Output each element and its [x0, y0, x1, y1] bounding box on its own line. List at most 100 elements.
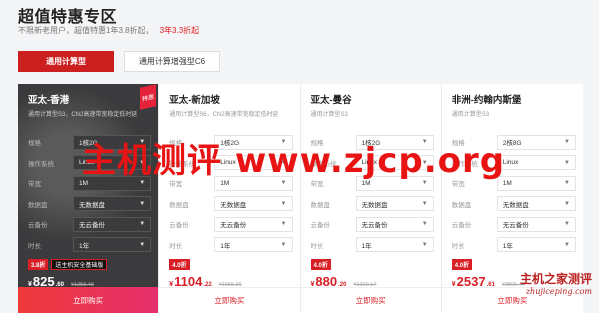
chevron-down-icon: ▼ [280, 200, 287, 207]
tab-general-compute[interactable]: 通用计算型 [18, 51, 114, 72]
offer-card-hongkong: 特惠 亚太-香港 通用计算型S3，CN2高速带宽稳定低时延 规格 1核2G ▼ 操… [18, 84, 160, 313]
select-value: 1年 [502, 242, 513, 250]
duration-select[interactable]: 1年 ▼ [73, 237, 152, 253]
spec-row-bandwidth: 带宽 1M ▼ [452, 173, 576, 194]
select-value: Linux [361, 159, 378, 167]
spec-row-os: 操作系统 Linux ▼ [169, 153, 293, 174]
bandwidth-label: 带宽 [169, 181, 183, 189]
select-value: 无数据盘 [220, 201, 247, 209]
spec-row-duration: 时长 1年 ▼ [311, 235, 434, 256]
spec-list: 规格 1核2G ▼ 操作系统 Linux ▼ 带宽 1M ▼ 数据盘 无数据盘 ▼ 云备… [311, 132, 434, 255]
backup-select[interactable]: 无云备份 ▼ [355, 216, 434, 232]
card-title: 非洲-约翰内斯堡 [451, 95, 522, 106]
spec-label: 规格 [451, 140, 465, 148]
chevron-down-icon: ▼ [280, 221, 287, 228]
spec-row-os: 操作系统 Linux ▼ [311, 153, 434, 174]
card-title: 亚太-新加坡 [169, 95, 220, 106]
backup-select[interactable]: 无云备份 ▼ [214, 216, 293, 232]
promo-badge: 送主机安全基础版 [51, 259, 108, 270]
discount-row: 4.0折 [169, 259, 292, 270]
backup-label: 云备份 [28, 222, 48, 230]
select-value: 1M [361, 179, 371, 187]
chevron-down-icon: ▼ [280, 241, 287, 248]
chevron-down-icon: ▼ [564, 241, 570, 248]
spec-row-disk: 数据盘 无数据盘 ▼ [452, 194, 576, 215]
bandwidth-label: 带宽 [28, 181, 41, 189]
os-select[interactable]: Linux ▼ [73, 155, 152, 171]
card-description: 通用计算型S6，CN2高速带宽稳定低时延 [169, 112, 279, 118]
chevron-down-icon: ▼ [421, 159, 428, 166]
bandwidth-select[interactable]: 1M ▼ [355, 175, 434, 191]
discount-badge: 4.0折 [310, 259, 331, 270]
select-value: 1核2G [79, 140, 98, 148]
chevron-down-icon: ▼ [421, 221, 428, 228]
page-title: 超值特惠专区 [18, 9, 118, 26]
discount-badge: 3.8折 [28, 259, 49, 270]
spec-row-os: 操作系统 Linux ▼ [452, 153, 576, 174]
spec-label: 规格 [169, 140, 183, 148]
disk-select[interactable]: 无数据盘 ▼ [73, 196, 152, 212]
spec-row-spec: 规格 1核2G ▼ [28, 132, 152, 153]
spec-row-spec: 规格 2核8G ▼ [452, 132, 576, 153]
card-description: 通用计算型S3 [451, 112, 490, 118]
os-select[interactable]: Linux ▼ [355, 155, 434, 171]
spec-label: 规格 [310, 140, 324, 148]
spec-row-backup: 云备份 无云备份 ▼ [28, 214, 152, 235]
offer-cards: 特惠 亚太-香港 通用计算型S3，CN2高速带宽稳定低时延 规格 1核2G ▼ 操… [18, 84, 583, 313]
spec-select[interactable]: 1核2G ▼ [214, 134, 293, 150]
spec-row-os: 操作系统 Linux ▼ [28, 153, 152, 174]
tab-general-compute-c6[interactable]: 通用计算增强型C6 [124, 51, 220, 72]
spec-row-disk: 数据盘 无数据盘 ▼ [311, 194, 434, 215]
card-description: 通用计算型S3 [310, 112, 348, 118]
select-value: 无数据盘 [361, 201, 388, 209]
buy-button[interactable]: 立即购买 [159, 287, 300, 313]
offer-card-singapore: 亚太-新加坡 通用计算型S6，CN2高速带宽稳定低时延 规格 1核2G ▼ 操作系… [159, 84, 301, 313]
disk-select[interactable]: 无数据盘 ▼ [496, 196, 576, 212]
os-select[interactable]: Linux ▼ [214, 155, 293, 171]
backup-label: 云备份 [451, 222, 472, 230]
select-value: 1M [220, 179, 230, 187]
spec-row-spec: 规格 1核2G ▼ [169, 132, 293, 153]
os-label: 操作系统 [28, 160, 54, 168]
chevron-down-icon: ▼ [139, 180, 146, 187]
duration-select[interactable]: 1年 ▼ [496, 237, 576, 253]
select-value: 无云备份 [361, 222, 388, 230]
select-value: 1M [79, 179, 89, 187]
duration-select[interactable]: 1年 ▼ [355, 237, 434, 253]
select-value: 1年 [220, 242, 231, 250]
spec-select[interactable]: 1核2G ▼ [355, 134, 434, 150]
card-title: 亚太-香港 [28, 95, 70, 106]
bandwidth-select[interactable]: 1M ▼ [496, 175, 576, 191]
spec-row-backup: 云备份 无云备份 ▼ [452, 214, 576, 235]
chevron-down-icon: ▼ [564, 221, 570, 228]
duration-select[interactable]: 1年 ▼ [214, 237, 293, 253]
backup-select[interactable]: 无云备份 ▼ [496, 216, 576, 232]
spec-row-disk: 数据盘 无数据盘 ▼ [28, 194, 152, 215]
backup-select[interactable]: 无云备份 ▼ [73, 216, 152, 232]
disk-label: 数据盘 [451, 201, 472, 209]
bandwidth-select[interactable]: 1M ▼ [214, 175, 293, 191]
disk-select[interactable]: 无数据盘 ▼ [355, 196, 434, 212]
buy-button[interactable]: 立即购买 [18, 287, 159, 313]
chevron-down-icon: ▼ [421, 200, 428, 207]
chevron-down-icon: ▼ [280, 159, 287, 166]
discount-row: 4.0折 [310, 259, 434, 270]
chevron-down-icon: ▼ [564, 159, 570, 166]
page-subtitle: 不限新老用户，超值特惠1年3.8折起， 3年3.3折起 [18, 25, 199, 36]
buy-button[interactable]: 立即购买 [300, 287, 441, 313]
duration-label: 时长 [169, 242, 183, 250]
chevron-down-icon: ▼ [421, 180, 428, 187]
disk-select[interactable]: 无数据盘 ▼ [214, 196, 293, 212]
buy-button[interactable]: 立即购买 [441, 287, 583, 313]
spec-select[interactable]: 1核2G ▼ [73, 134, 152, 150]
subtitle-text: 不限新老用户，超值特惠1年3.8折起， [18, 26, 154, 35]
os-select[interactable]: Linux ▼ [496, 155, 576, 171]
bandwidth-select[interactable]: 1M ▼ [73, 175, 152, 191]
chevron-down-icon: ▼ [421, 241, 428, 248]
spec-row-backup: 云备份 无云备份 ▼ [311, 214, 434, 235]
spec-row-bandwidth: 带宽 1M ▼ [311, 173, 434, 194]
os-label: 操作系统 [451, 160, 478, 168]
bandwidth-label: 带宽 [310, 181, 324, 189]
select-value: 无云备份 [220, 222, 247, 230]
spec-select[interactable]: 2核8G ▼ [496, 134, 576, 150]
